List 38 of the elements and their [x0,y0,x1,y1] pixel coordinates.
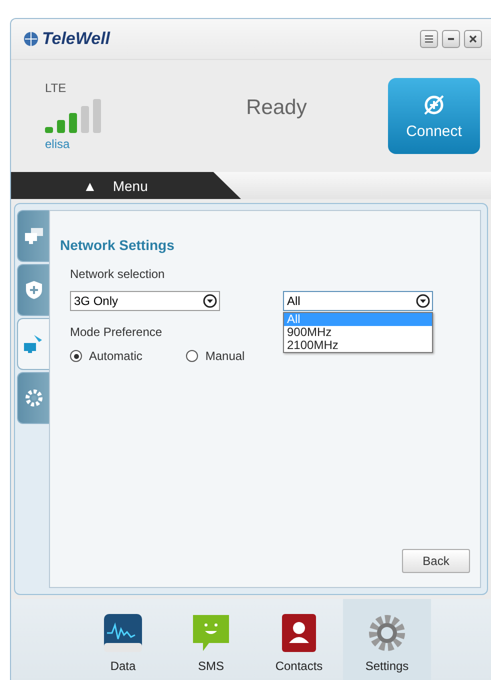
side-tab[interactable] [17,318,49,370]
connect-button[interactable]: Connect [388,78,480,154]
antenna-computer-icon [24,335,44,353]
back-button[interactable]: Back [402,549,470,573]
band-select[interactable]: All [283,291,433,311]
minimize-button[interactable] [442,30,460,48]
nav-tab[interactable]: Contacts [255,599,343,680]
menu-icon [424,34,434,44]
app-logo: TeleWell [23,29,110,49]
radio-option[interactable]: Automatic [70,349,142,363]
side-tab[interactable] [17,210,49,262]
network-type: LTE [45,81,68,95]
globe-plus-icon [422,92,446,116]
nav-tab[interactable]: SMS [167,599,255,680]
dropdown-option[interactable]: 900MHz [284,326,432,339]
close-icon [468,34,478,44]
gear-icon [367,613,407,653]
address-book-icon [279,613,319,653]
side-tab[interactable] [17,264,49,316]
dropdown-option[interactable]: 2100MHz [284,339,432,352]
gear-icon [24,389,42,407]
monitors-icon [24,228,42,244]
speech-bubble-smiley-icon [191,613,231,653]
nav-tab[interactable]: Data [79,599,167,680]
connection-status: Ready [245,96,308,120]
menu-button[interactable] [420,30,438,48]
radio-option[interactable]: Manual [186,349,245,363]
menu-tab[interactable]: ▲ Menu [11,172,241,199]
section-title: Network Settings [60,237,176,253]
operator-name: elisa [45,137,71,151]
nav-tab[interactable]: Settings [343,599,431,680]
field-label: Mode Preference [70,325,162,339]
monitor-wave-icon [103,613,143,653]
field-label: Network selection [70,267,165,281]
side-tab[interactable] [17,372,49,424]
close-button[interactable] [464,30,482,48]
shield-plus-icon [26,281,42,299]
network-select[interactable]: 3G Only [70,291,220,311]
